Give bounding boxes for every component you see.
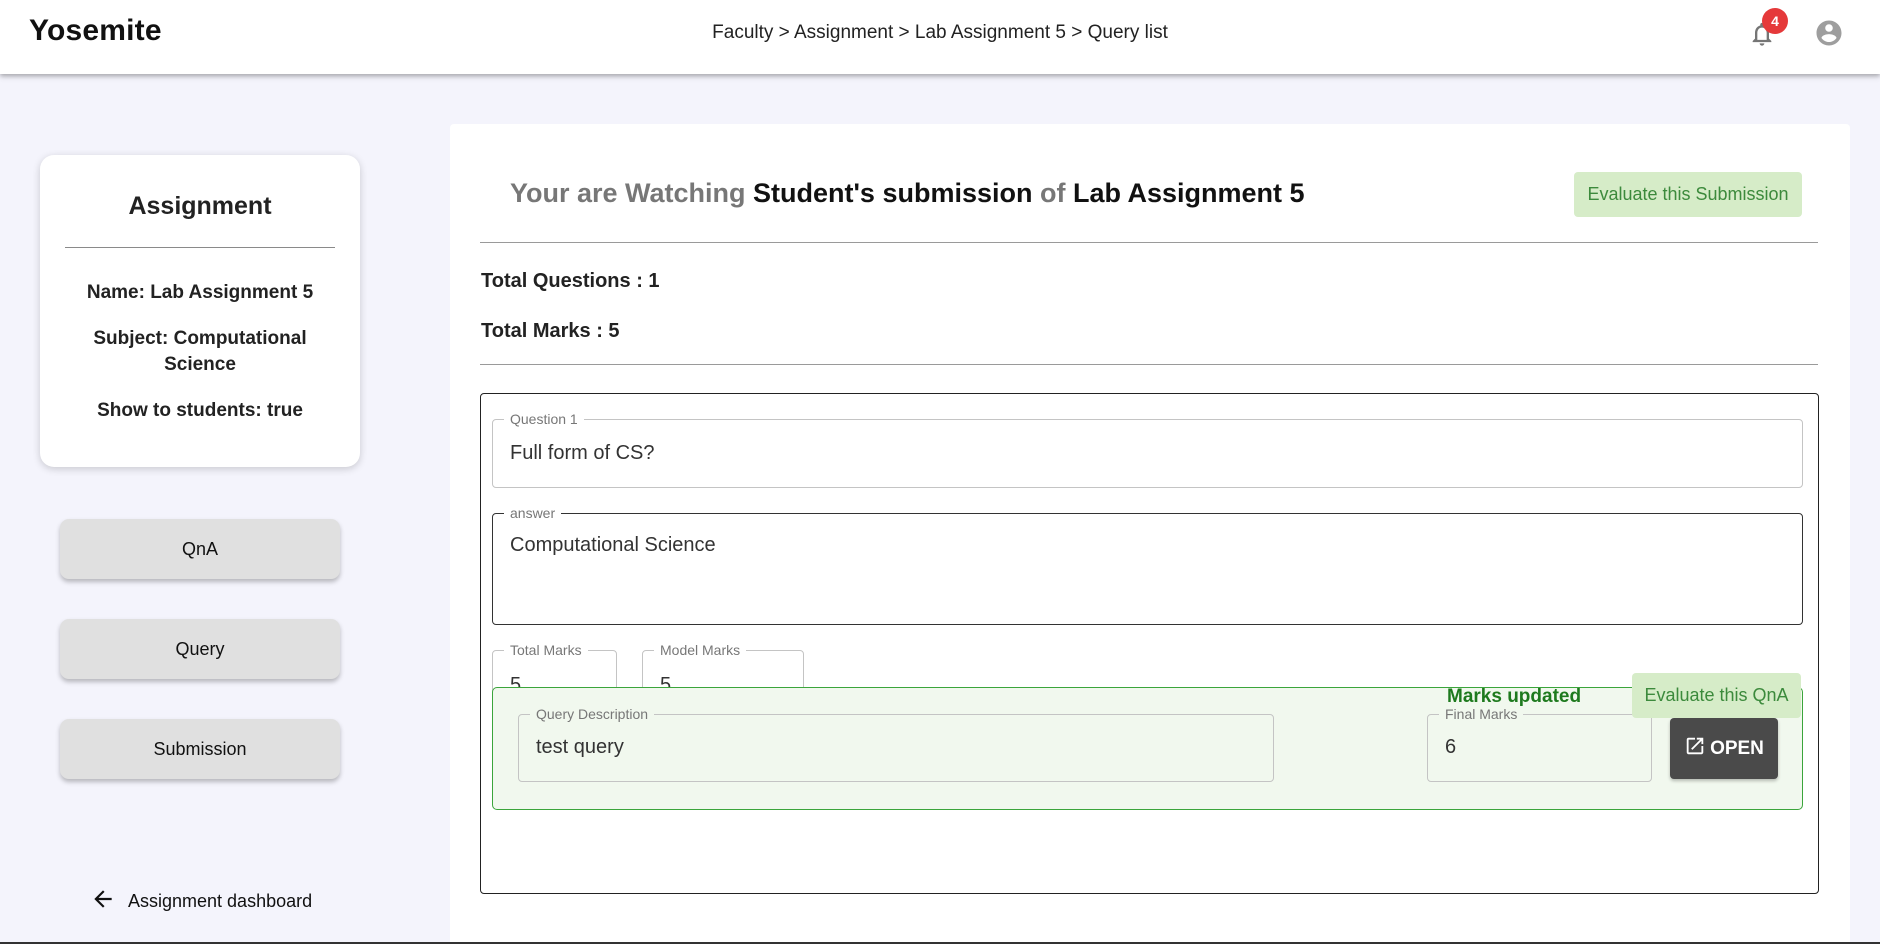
- query-button[interactable]: Query: [60, 619, 340, 679]
- breadcrumb: Faculty > Assignment > Lab Assignment 5 …: [712, 22, 1168, 43]
- marks-updated-status: Marks updated: [1447, 686, 1582, 707]
- open-in-new-icon: [1684, 735, 1706, 763]
- assignment-visibility: Show to students: true: [97, 400, 303, 421]
- title-subject: Student's submission: [753, 178, 1033, 208]
- notification-badge: 4: [1762, 8, 1788, 34]
- question-label: Question 1: [504, 410, 584, 428]
- assignment-subject: Subject: Computational Science: [93, 328, 307, 375]
- question-field[interactable]: Question 1 Full form of CS?: [492, 410, 1803, 488]
- back-link-label: Assignment dashboard: [128, 890, 313, 911]
- evaluate-qna-button[interactable]: Evaluate this QnA: [1632, 673, 1801, 718]
- query-description-value: test query: [536, 736, 624, 758]
- open-button-label: OPEN: [1710, 737, 1764, 759]
- answer-field[interactable]: answer Computational Science: [492, 504, 1803, 625]
- assignment-dashboard-link[interactable]: Assignment dashboard: [90, 887, 312, 915]
- page-title: Your are Watching Student's submission o…: [510, 178, 1305, 209]
- assignment-card-title: Assignment: [128, 192, 272, 220]
- heading-divider: [480, 242, 1818, 243]
- answer-value: Computational Science: [510, 534, 716, 556]
- assignment-name: Name: Lab Assignment 5: [86, 282, 314, 303]
- evaluate-submission-button[interactable]: Evaluate this Submission: [1574, 172, 1802, 217]
- total-marks-label: Total Marks: [504, 641, 588, 659]
- app-bar: Yosemite Faculty > Assignment > Lab Assi…: [0, 0, 1880, 74]
- title-assignment: Lab Assignment 5: [1072, 178, 1305, 208]
- total-questions: Total Questions : 1: [481, 270, 660, 292]
- total-marks: Total Marks : 5: [481, 320, 620, 342]
- open-query-button[interactable]: OPEN: [1670, 718, 1778, 779]
- title-connector: of: [1032, 178, 1073, 208]
- model-marks-label: Model Marks: [654, 641, 747, 659]
- qna-button[interactable]: QnA: [60, 519, 340, 579]
- qna-card: Question 1 Full form of CS? answer Compu…: [480, 393, 1819, 894]
- stats-divider: [480, 364, 1818, 365]
- answer-label: answer: [504, 504, 562, 522]
- question-value: Full form of CS?: [510, 442, 655, 464]
- query-card: Query Description test query Final Marks…: [492, 687, 1803, 810]
- arrow-back-icon: [90, 886, 116, 917]
- assignment-info-card: Assignment Name: Lab Assignment 5 Subjec…: [40, 155, 360, 467]
- query-description-field[interactable]: Query Description test query: [518, 705, 1274, 782]
- final-marks-value: 6: [1445, 736, 1457, 758]
- card-divider: [65, 247, 335, 248]
- title-prefix: Your are Watching: [510, 178, 754, 208]
- query-description-label: Query Description: [530, 705, 655, 723]
- final-marks-field[interactable]: Final Marks 6: [1427, 705, 1652, 782]
- account-circle-icon[interactable]: [1814, 18, 1844, 48]
- submission-button[interactable]: Submission: [60, 719, 340, 779]
- submission-panel: Your are Watching Student's submission o…: [450, 124, 1850, 944]
